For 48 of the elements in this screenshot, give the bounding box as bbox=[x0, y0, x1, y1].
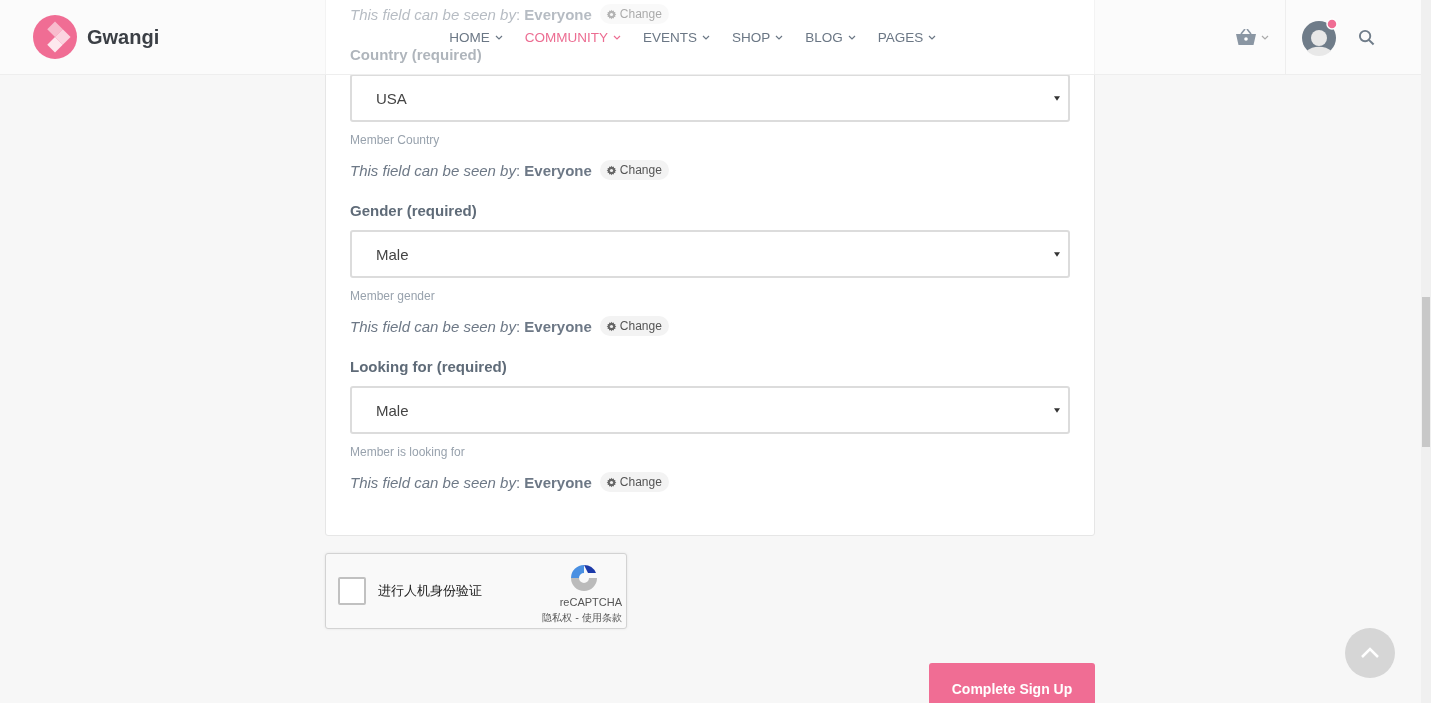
chevron-down-icon bbox=[775, 34, 784, 40]
field-label: Looking for (required) bbox=[350, 357, 508, 377]
select-field[interactable]: USA bbox=[350, 74, 1070, 122]
search-icon[interactable] bbox=[1358, 28, 1375, 46]
field-description: Member is looking for bbox=[350, 445, 466, 459]
nav-menu-item[interactable]: PAGES bbox=[877, 29, 937, 45]
visibility-text: This field can be seen by: Everyone bbox=[350, 5, 592, 23]
field-label: Country (required) bbox=[350, 45, 483, 65]
chevron-down-icon bbox=[847, 34, 856, 40]
cart-menu[interactable] bbox=[1236, 29, 1269, 45]
site-logo-text[interactable]: Gwangi bbox=[87, 25, 160, 49]
field-label: Gender (required) bbox=[350, 201, 478, 221]
field-description: Member Country bbox=[350, 133, 441, 147]
avatar-icon[interactable] bbox=[1302, 18, 1340, 56]
recaptcha-brand: reCAPTCHA bbox=[559, 596, 622, 608]
heart-logo-icon bbox=[33, 15, 77, 59]
nav-menu-item[interactable]: HOME bbox=[449, 29, 503, 45]
change-button[interactable]: Change bbox=[599, 316, 669, 336]
chevron-down-icon bbox=[1261, 34, 1269, 40]
change-button[interactable]: Change bbox=[599, 472, 669, 492]
basket-icon bbox=[1236, 29, 1256, 45]
gear-icon bbox=[605, 8, 617, 20]
scrollbar[interactable] bbox=[1421, 0, 1431, 703]
gear-icon bbox=[605, 164, 617, 176]
chevron-down-icon bbox=[613, 34, 621, 40]
recaptcha-logo-icon bbox=[568, 562, 600, 594]
select-field[interactable]: Male bbox=[350, 386, 1070, 434]
chevron-down-icon bbox=[494, 34, 503, 40]
chevron-down-icon bbox=[928, 34, 937, 40]
field-description: Member gender bbox=[350, 289, 436, 303]
gear-icon bbox=[605, 476, 617, 488]
privacy-terms-link[interactable]: 隐私权 - 使用条款 bbox=[542, 611, 622, 625]
select-field[interactable]: Male bbox=[350, 230, 1070, 278]
caret-icon bbox=[1054, 407, 1060, 413]
chevron-up-icon bbox=[1360, 647, 1380, 659]
nav-menu-item[interactable]: BLOG bbox=[805, 29, 856, 45]
gear-icon bbox=[605, 320, 617, 332]
nav-menu-item[interactable]: SHOP bbox=[732, 29, 784, 45]
captcha-checkbox[interactable] bbox=[338, 577, 366, 605]
caret-icon bbox=[1054, 251, 1060, 257]
captcha-label: 进行人机身份验证 bbox=[378, 582, 482, 600]
nav-menu-item[interactable]: EVENTS bbox=[643, 29, 710, 45]
chevron-down-icon bbox=[702, 34, 710, 40]
change-button[interactable]: Change bbox=[599, 160, 669, 180]
caret-icon bbox=[1054, 95, 1060, 101]
visibility-text: This field can be seen by: Everyone bbox=[350, 161, 592, 179]
visibility-text: This field can be seen by: Everyone bbox=[350, 317, 592, 335]
visibility-text: This field can be seen by: Everyone bbox=[350, 473, 592, 491]
